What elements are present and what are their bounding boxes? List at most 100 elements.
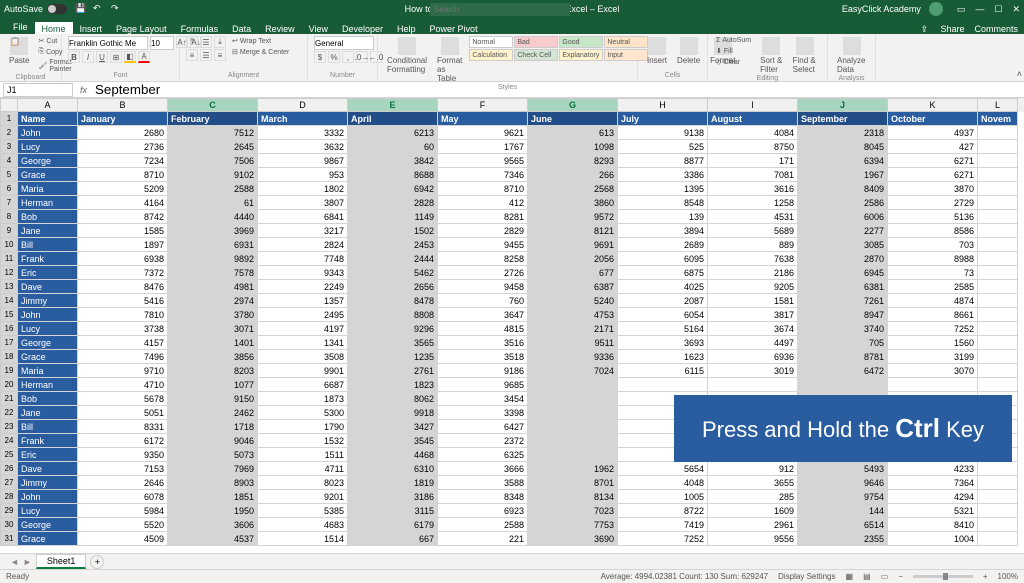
row-header[interactable]: 22: [0, 406, 18, 420]
data-cell[interactable]: 6942: [348, 182, 438, 196]
data-cell[interactable]: 6078: [78, 490, 168, 504]
data-cell[interactable]: 5984: [78, 504, 168, 518]
align-middle-icon[interactable]: ☰: [200, 36, 212, 48]
data-cell[interactable]: 9046: [168, 434, 258, 448]
data-cell[interactable]: 6054: [618, 308, 708, 322]
data-cell[interactable]: 8586: [888, 224, 978, 238]
data-cell[interactable]: 8661: [888, 308, 978, 322]
fx-icon[interactable]: fx: [76, 85, 91, 95]
data-cell[interactable]: 2056: [528, 252, 618, 266]
row-header[interactable]: 21: [0, 392, 18, 406]
data-cell[interactable]: 9572: [528, 210, 618, 224]
data-cell[interactable]: [978, 490, 1018, 504]
save-icon[interactable]: 💾: [75, 3, 87, 15]
align-top-icon[interactable]: ⤒: [186, 36, 198, 48]
data-cell[interactable]: 9646: [798, 476, 888, 490]
data-cell[interactable]: 1514: [258, 532, 348, 546]
data-cell[interactable]: 525: [618, 140, 708, 154]
data-cell[interactable]: 8947: [798, 308, 888, 322]
data-cell[interactable]: 3647: [438, 308, 528, 322]
data-cell[interactable]: [798, 378, 888, 392]
data-cell[interactable]: 4084: [708, 126, 798, 140]
data-cell[interactable]: 139: [618, 210, 708, 224]
data-cell[interactable]: 266: [528, 168, 618, 182]
data-cell[interactable]: 2277: [798, 224, 888, 238]
data-cell[interactable]: 3606: [168, 518, 258, 532]
data-cell[interactable]: 8045: [798, 140, 888, 154]
data-cell[interactable]: 7506: [168, 154, 258, 168]
data-cell[interactable]: 2585: [888, 280, 978, 294]
row-header[interactable]: 25: [0, 448, 18, 462]
data-cell[interactable]: 3115: [348, 504, 438, 518]
bold-button[interactable]: B: [68, 51, 80, 63]
data-cell[interactable]: 3545: [348, 434, 438, 448]
data-cell[interactable]: 3508: [258, 350, 348, 364]
minimize-icon[interactable]: —: [975, 4, 984, 15]
view-normal-icon[interactable]: ▦: [846, 572, 854, 581]
data-cell[interactable]: 7578: [168, 266, 258, 280]
column-header-L[interactable]: L: [978, 98, 1018, 112]
data-cell[interactable]: 8742: [78, 210, 168, 224]
data-cell[interactable]: 3071: [168, 322, 258, 336]
name-cell[interactable]: John: [18, 490, 78, 504]
data-cell[interactable]: 4710: [78, 378, 168, 392]
data-cell[interactable]: 9201: [258, 490, 348, 504]
name-cell[interactable]: Dave: [18, 462, 78, 476]
data-cell[interactable]: [528, 378, 618, 392]
name-cell[interactable]: Bob: [18, 392, 78, 406]
data-cell[interactable]: 9565: [438, 154, 528, 168]
data-cell[interactable]: [978, 154, 1018, 168]
user-avatar[interactable]: [929, 2, 943, 16]
data-cell[interactable]: 3186: [348, 490, 438, 504]
data-cell[interactable]: 9621: [438, 126, 528, 140]
data-cell[interactable]: 2588: [168, 182, 258, 196]
data-cell[interactable]: 6472: [798, 364, 888, 378]
zoom-slider[interactable]: [913, 575, 973, 578]
data-cell[interactable]: [708, 378, 798, 392]
row-header[interactable]: 7: [0, 196, 18, 210]
name-cell[interactable]: Lucy: [18, 504, 78, 518]
data-cell[interactable]: 6514: [798, 518, 888, 532]
data-cell[interactable]: [978, 476, 1018, 490]
data-cell[interactable]: 4468: [348, 448, 438, 462]
data-cell[interactable]: 3518: [438, 350, 528, 364]
data-cell[interactable]: 1357: [258, 294, 348, 308]
data-cell[interactable]: 4497: [708, 336, 798, 350]
data-cell[interactable]: 6938: [78, 252, 168, 266]
data-cell[interactable]: 6095: [618, 252, 708, 266]
comments-button[interactable]: Comments: [974, 24, 1018, 34]
name-cell[interactable]: John: [18, 126, 78, 140]
row-header[interactable]: 29: [0, 504, 18, 518]
data-cell[interactable]: 1967: [798, 168, 888, 182]
data-cell[interactable]: 7748: [258, 252, 348, 266]
data-cell[interactable]: [978, 378, 1018, 392]
name-cell[interactable]: Herman: [18, 196, 78, 210]
data-cell[interactable]: 5136: [888, 210, 978, 224]
clear-button[interactable]: ◇ Clear: [714, 57, 753, 67]
name-cell[interactable]: George: [18, 336, 78, 350]
column-header-F[interactable]: F: [438, 98, 528, 112]
merge-center-button[interactable]: ⊟ Merge & Center: [230, 47, 291, 57]
cell-styles-grid[interactable]: NormalBadGoodNeutralCalculationCheck Cel…: [469, 36, 648, 61]
data-cell[interactable]: 9892: [168, 252, 258, 266]
data-cell[interactable]: 1873: [258, 392, 348, 406]
percent-icon[interactable]: %: [328, 51, 340, 63]
data-cell[interactable]: [978, 350, 1018, 364]
name-cell[interactable]: Maria: [18, 182, 78, 196]
data-cell[interactable]: [978, 182, 1018, 196]
data-cell[interactable]: 6936: [708, 350, 798, 364]
row-header[interactable]: 28: [0, 490, 18, 504]
maximize-icon[interactable]: ☐: [994, 4, 1002, 15]
data-cell[interactable]: 5689: [708, 224, 798, 238]
data-cell[interactable]: 7081: [708, 168, 798, 182]
data-cell[interactable]: 3969: [168, 224, 258, 238]
header-cell[interactable]: March: [258, 112, 348, 126]
data-cell[interactable]: 2462: [168, 406, 258, 420]
data-cell[interactable]: 6841: [258, 210, 348, 224]
data-cell[interactable]: 9685: [438, 378, 528, 392]
data-cell[interactable]: 8410: [888, 518, 978, 532]
data-cell[interactable]: 7372: [78, 266, 168, 280]
data-cell[interactable]: 2568: [528, 182, 618, 196]
data-cell[interactable]: [978, 210, 1018, 224]
data-cell[interactable]: 1560: [888, 336, 978, 350]
